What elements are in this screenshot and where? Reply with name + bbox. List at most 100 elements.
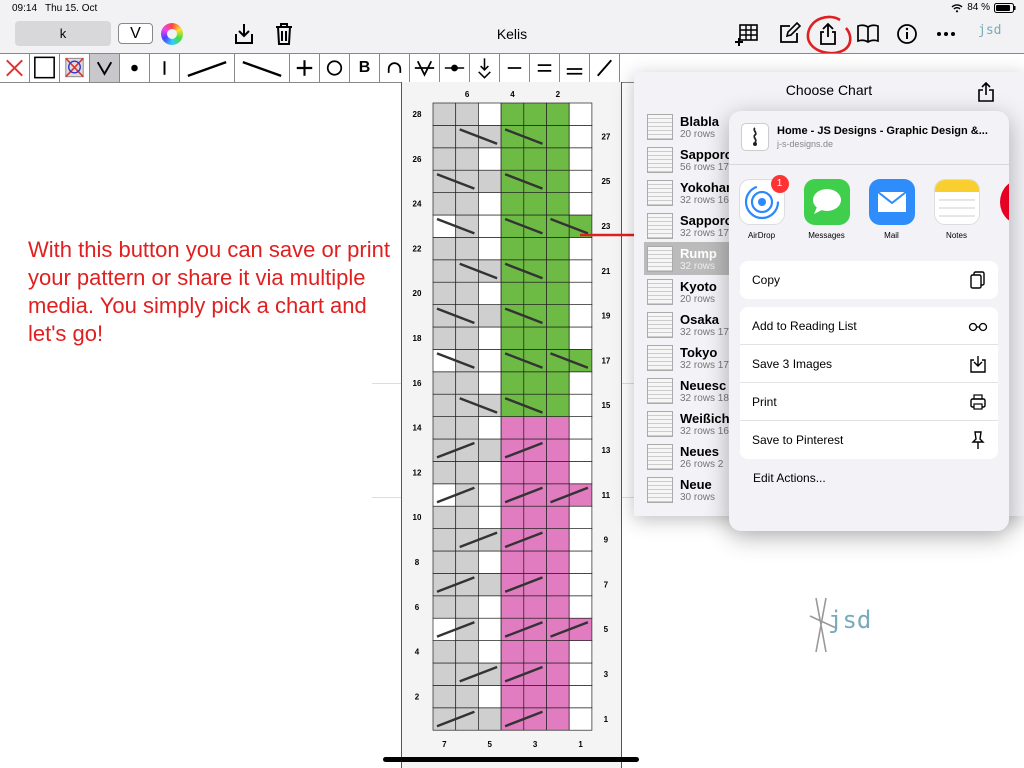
chart-list-item[interactable]: Neues 26 rows 2 bbox=[644, 440, 739, 473]
share-app-notes[interactable]: Notes bbox=[924, 179, 989, 249]
notes-icon bbox=[933, 179, 980, 225]
chart-list-item[interactable]: Rump 32 rows bbox=[644, 242, 739, 275]
share-app-mail[interactable]: Mail bbox=[859, 179, 924, 249]
chart-cell bbox=[523, 416, 547, 440]
chart-cell bbox=[500, 393, 525, 417]
chart-cell bbox=[455, 304, 479, 328]
chart-cell bbox=[523, 461, 547, 485]
import-button[interactable] bbox=[231, 21, 257, 47]
chart-rows: 30 rows bbox=[680, 492, 716, 503]
chart-cell bbox=[500, 483, 525, 507]
tool-left-cable[interactable] bbox=[235, 54, 290, 82]
grid-plus-icon bbox=[735, 24, 758, 46]
tool-v-stitch[interactable] bbox=[90, 54, 120, 82]
chart-cell bbox=[432, 573, 457, 597]
chart-list-item[interactable]: Sapporo 32 rows 17 bbox=[644, 209, 739, 242]
chart-cell bbox=[546, 640, 570, 664]
knitting-chart[interactable]: 6 4 2 7 5 3 1 28 26 24 22 20 18 16 14 12 10 8 6 4 2 27 25 23 21 1… bbox=[401, 82, 622, 768]
add-to-reading-list-action[interactable]: Add to Reading List bbox=[740, 307, 998, 345]
copy-action[interactable]: Copy bbox=[740, 261, 998, 299]
knitting-chart-grid[interactable]: 6 4 27 5 3 1282624222018161412108642272523211… bbox=[402, 82, 623, 768]
color-wheel-icon[interactable] bbox=[161, 23, 183, 45]
chart-cell bbox=[455, 416, 479, 440]
save-to-pinterest-action[interactable]: Save to Pinterest bbox=[740, 421, 998, 459]
home-indicator[interactable] bbox=[383, 757, 639, 762]
tool-yarn-over[interactable] bbox=[320, 54, 350, 82]
tool-no-stitch[interactable] bbox=[60, 54, 90, 82]
chart-cell bbox=[568, 595, 593, 619]
chart-list-item[interactable]: Weißich 32 rows 16 bbox=[644, 407, 739, 440]
tool-double-low[interactable] bbox=[560, 54, 590, 82]
row-label: 22 bbox=[413, 244, 422, 253]
chart-list-item[interactable]: Yokohan 32 rows 16 bbox=[644, 176, 739, 209]
pattern-book-button[interactable] bbox=[855, 21, 881, 47]
chart-cell bbox=[478, 617, 502, 641]
tool-slip[interactable] bbox=[470, 54, 500, 82]
chart-cell bbox=[568, 685, 593, 709]
chart-cell bbox=[478, 326, 502, 350]
chart-cell bbox=[500, 371, 525, 395]
chart-name: Sapporo bbox=[680, 213, 733, 228]
chart-cell bbox=[432, 416, 457, 440]
edit-button[interactable] bbox=[776, 21, 802, 47]
tool-double[interactable] bbox=[530, 54, 560, 82]
delete-button[interactable] bbox=[271, 21, 297, 47]
edit-actions-link[interactable]: Edit Actions... bbox=[753, 471, 826, 485]
tool-right-cable[interactable] bbox=[180, 54, 235, 82]
share-app-messages[interactable]: Messages bbox=[794, 179, 859, 249]
airdrop-icon: 1 bbox=[738, 175, 789, 225]
chart-list-item[interactable]: Blabla 20 rows bbox=[644, 110, 739, 143]
chart-cell bbox=[546, 281, 570, 305]
tool-diagonal[interactable] bbox=[590, 54, 620, 82]
add-grid-button[interactable] bbox=[735, 21, 761, 47]
row-label: 5 bbox=[604, 625, 609, 634]
tool-delete[interactable] bbox=[0, 54, 30, 82]
chart-cell bbox=[568, 192, 593, 216]
chart-cell bbox=[546, 416, 570, 440]
more-button[interactable] bbox=[933, 21, 959, 47]
chart-thumbnail bbox=[647, 477, 673, 503]
chart-cell bbox=[523, 214, 547, 238]
chart-cell bbox=[455, 483, 479, 507]
book-icon bbox=[857, 24, 879, 44]
row-label: 12 bbox=[413, 468, 422, 477]
chart-cell bbox=[500, 528, 525, 552]
tool-purl-bar[interactable] bbox=[150, 54, 180, 82]
chart-cell bbox=[478, 573, 502, 597]
save-images-action[interactable]: Save 3 Images bbox=[740, 345, 998, 383]
share-app-airdrop[interactable]: 1 AirDrop bbox=[729, 175, 794, 249]
chart-thumbnail bbox=[647, 279, 673, 305]
stitch-toggle-button[interactable]: V bbox=[118, 23, 153, 44]
tool-bobble[interactable] bbox=[120, 54, 150, 82]
chart-list[interactable]: Blabla 20 rows Sapporo r 56 rows 17 s Yokoha… bbox=[644, 110, 739, 514]
chart-list-item[interactable]: Osaka 32 rows 17 bbox=[644, 308, 739, 341]
action-label: Add to Reading List bbox=[752, 319, 857, 333]
print-action[interactable]: Print bbox=[740, 383, 998, 421]
tool-purl[interactable] bbox=[500, 54, 530, 82]
navigation-bar: k V Kelis jsd bbox=[0, 15, 1024, 55]
tool-b[interactable]: B bbox=[350, 54, 380, 82]
chart-list-item[interactable]: Neuesc 32 rows 18 bbox=[644, 374, 739, 407]
chart-list-item[interactable]: Neue 30 rows bbox=[644, 473, 739, 506]
chart-cell bbox=[478, 416, 502, 440]
chart-list-item[interactable]: Sapporo r 56 rows 17 s bbox=[644, 143, 739, 176]
chart-cell bbox=[478, 349, 502, 373]
tool-arc[interactable] bbox=[380, 54, 410, 82]
chart-cell bbox=[432, 237, 457, 261]
chart-list-item[interactable]: Kyoto 20 rows bbox=[644, 275, 739, 308]
ghost-line bbox=[372, 383, 402, 384]
chart-rows: 32 rows 17 bbox=[680, 360, 729, 371]
tool-bead[interactable] bbox=[440, 54, 470, 82]
stitch-key-field[interactable]: k bbox=[15, 21, 111, 46]
tool-increase[interactable] bbox=[290, 54, 320, 82]
chart-list-item[interactable]: Tokyo 32 rows 17 bbox=[644, 341, 739, 374]
tool-knit[interactable] bbox=[30, 54, 60, 82]
share-icon[interactable] bbox=[976, 81, 996, 103]
tool-decrease[interactable] bbox=[410, 54, 440, 82]
share-app-pinterest[interactable]: Pi bbox=[989, 179, 1009, 249]
chart-cell bbox=[455, 438, 479, 462]
chart-cell bbox=[455, 259, 479, 283]
column-label: 6 bbox=[465, 90, 470, 99]
app-label: Notes bbox=[946, 231, 967, 240]
info-button[interactable] bbox=[894, 21, 920, 47]
